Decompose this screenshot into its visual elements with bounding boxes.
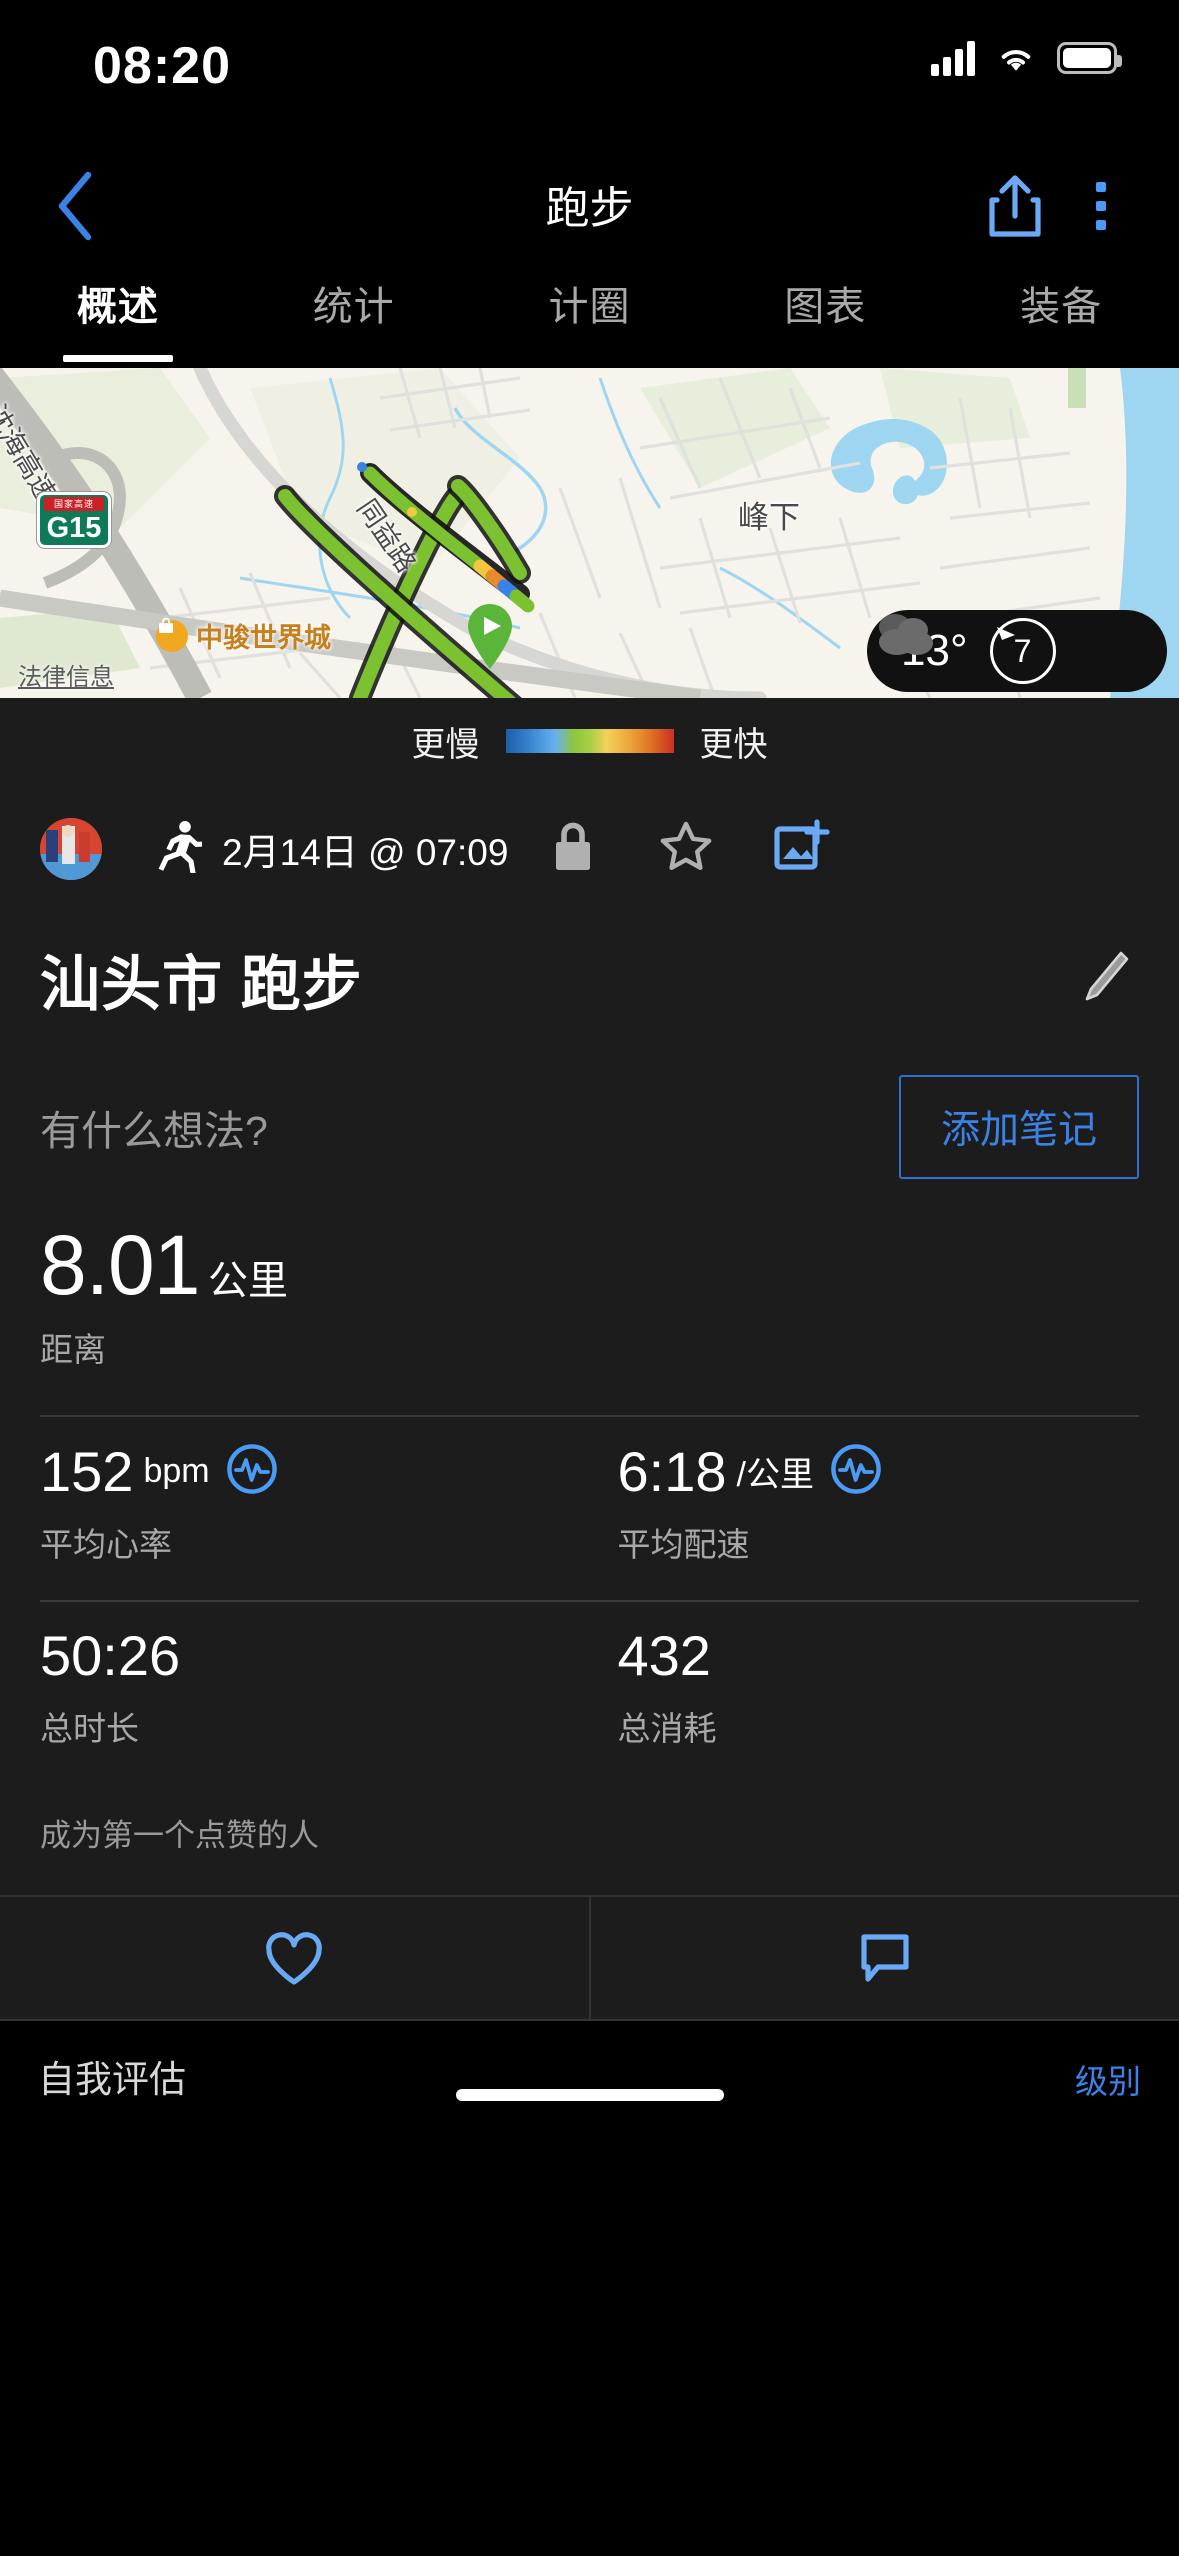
level-label[interactable]: 级别 bbox=[1075, 2055, 1141, 2103]
stat-label: 总消耗 bbox=[617, 1710, 717, 1747]
activity-title-row: 汕头市 跑步 bbox=[40, 914, 1139, 1033]
tab-label: 图表 bbox=[784, 285, 867, 329]
running-icon bbox=[154, 820, 203, 879]
stat-cell-duration: 50:26 总时长 bbox=[40, 1600, 590, 1784]
home-indicator bbox=[455, 2089, 724, 2101]
shop-icon bbox=[156, 617, 188, 652]
poi-label: 中骏世界城 bbox=[196, 623, 331, 653]
pulse-badge-icon[interactable] bbox=[226, 1443, 278, 1500]
pace-legend: 更慢 更快 bbox=[0, 698, 1179, 784]
distance-unit: 公里 bbox=[207, 1259, 288, 1303]
stat-cell-avg-pace: 6:18 /公里 平均配速 bbox=[589, 1415, 1139, 1600]
tab-charts[interactable]: 图表 bbox=[707, 260, 943, 368]
stat-cell-avg-hr: 152 bpm 平均心率 bbox=[40, 1415, 590, 1600]
tab-overview[interactable]: 概述 bbox=[0, 260, 236, 368]
add-photo-icon[interactable] bbox=[772, 818, 831, 881]
stat-label: 平均配速 bbox=[617, 1526, 750, 1563]
wind-direction-icon bbox=[996, 627, 1015, 640]
activity-title: 汕头市 跑步 bbox=[40, 951, 363, 1018]
stat-value: 6:18 bbox=[617, 1439, 727, 1503]
play-pin-icon bbox=[468, 604, 512, 669]
stat-value: 50:26 bbox=[40, 1624, 181, 1687]
legend-slower-label: 更慢 bbox=[411, 725, 480, 764]
distance-block: 8.01 公里 距离 bbox=[40, 1197, 1139, 1371]
like-button[interactable] bbox=[0, 1897, 589, 2019]
map-legal-link[interactable]: 法律信息 bbox=[18, 657, 114, 692]
social-action-bar bbox=[0, 1895, 1179, 2021]
tab-bar: 概述 统计 计圈 图表 装备 bbox=[0, 260, 1179, 368]
avatar[interactable] bbox=[40, 818, 102, 880]
stat-value: 152 bbox=[40, 1439, 134, 1503]
activity-datetime: 2月14日 @ 07:09 bbox=[222, 832, 509, 873]
note-input[interactable]: 有什么想法? bbox=[40, 1097, 268, 1157]
legend-faster-label: 更快 bbox=[699, 725, 768, 764]
self-assessment-label[interactable]: 自我评估 bbox=[38, 2049, 186, 2103]
comment-button[interactable] bbox=[588, 1897, 1179, 2019]
tab-laps[interactable]: 计圈 bbox=[472, 260, 708, 368]
stats-grid: 152 bpm 平均心率 6:18 /公里 平均配速 50:26 总时长 432… bbox=[40, 1415, 1139, 1784]
status-bar-clock: 08:20 bbox=[93, 37, 231, 95]
footer-bar: 自我评估 级别 bbox=[0, 2021, 1179, 2121]
stat-label: 总时长 bbox=[40, 1710, 139, 1747]
pencil-icon[interactable] bbox=[1079, 949, 1131, 1010]
comment-icon bbox=[861, 1934, 909, 1982]
avatar-image bbox=[40, 818, 102, 880]
cellular-signal-icon bbox=[931, 40, 975, 76]
wind-indicator: 7 bbox=[989, 618, 1056, 684]
tab-gear[interactable]: 装备 bbox=[943, 260, 1179, 368]
weather-badge[interactable]: 13° 7 bbox=[867, 610, 1167, 692]
share-button[interactable] bbox=[973, 164, 1057, 248]
share-icon bbox=[989, 175, 1041, 237]
wifi-icon bbox=[1001, 50, 1031, 71]
heart-outline-icon bbox=[266, 1932, 323, 1985]
pulse-badge-icon[interactable] bbox=[830, 1443, 882, 1500]
stat-value: 432 bbox=[617, 1624, 711, 1687]
tab-label: 装备 bbox=[1020, 285, 1103, 329]
route-map[interactable]: 沈海高速 同益路 峰下 国家高速 G15 中骏世界城 法律信息 13° 7 bbox=[0, 368, 1179, 698]
cloudy-icon bbox=[879, 614, 933, 655]
shield-banner: 国家高速 bbox=[44, 497, 104, 511]
tab-label: 统计 bbox=[312, 285, 395, 329]
distance-label: 距离 bbox=[40, 1331, 106, 1368]
tab-stats[interactable]: 统计 bbox=[236, 260, 472, 368]
stat-label: 平均心率 bbox=[40, 1526, 172, 1563]
stat-cell-calories: 432 总消耗 bbox=[589, 1600, 1139, 1784]
highway-shield-icon: 国家高速 G15 bbox=[37, 492, 111, 548]
stat-unit: /公里 bbox=[736, 1456, 814, 1494]
star-outline-icon[interactable] bbox=[658, 819, 714, 880]
kudos-text: 成为第一个点赞的人 bbox=[40, 1818, 319, 1853]
distance-value: 8.01 bbox=[40, 1218, 200, 1312]
status-bar: 08:20 bbox=[0, 0, 1179, 150]
map-label-district: 峰下 bbox=[738, 500, 800, 535]
pace-gradient-bar bbox=[505, 729, 674, 753]
status-bar-indicators bbox=[931, 40, 1122, 76]
more-vertical-icon bbox=[1096, 182, 1106, 192]
poi-marker[interactable]: 中骏世界城 bbox=[156, 616, 331, 655]
add-note-button[interactable]: 添加笔记 bbox=[898, 1075, 1139, 1179]
nav-bar: 跑步 bbox=[0, 150, 1179, 260]
stat-unit: bpm bbox=[143, 1452, 210, 1490]
app-screen: 08:20 跑步 概述 统计 计圈 图表 装备 沈海高速 同益路 峰下 国家高速… bbox=[0, 0, 1179, 2556]
battery-icon bbox=[1057, 42, 1122, 74]
tab-label: 概述 bbox=[76, 285, 159, 329]
more-options-button[interactable] bbox=[1071, 164, 1131, 248]
lock-icon[interactable] bbox=[550, 820, 596, 879]
activity-meta-row: 2月14日 @ 07:09 bbox=[40, 784, 1139, 914]
shield-code: G15 bbox=[46, 512, 102, 544]
tab-label: 计圈 bbox=[548, 285, 631, 329]
activity-details: 2月14日 @ 07:09 汕头市 跑步 有什么想法? 添加笔记 8.01 公里… bbox=[0, 784, 1179, 1895]
note-row: 有什么想法? 添加笔记 bbox=[40, 1033, 1139, 1197]
